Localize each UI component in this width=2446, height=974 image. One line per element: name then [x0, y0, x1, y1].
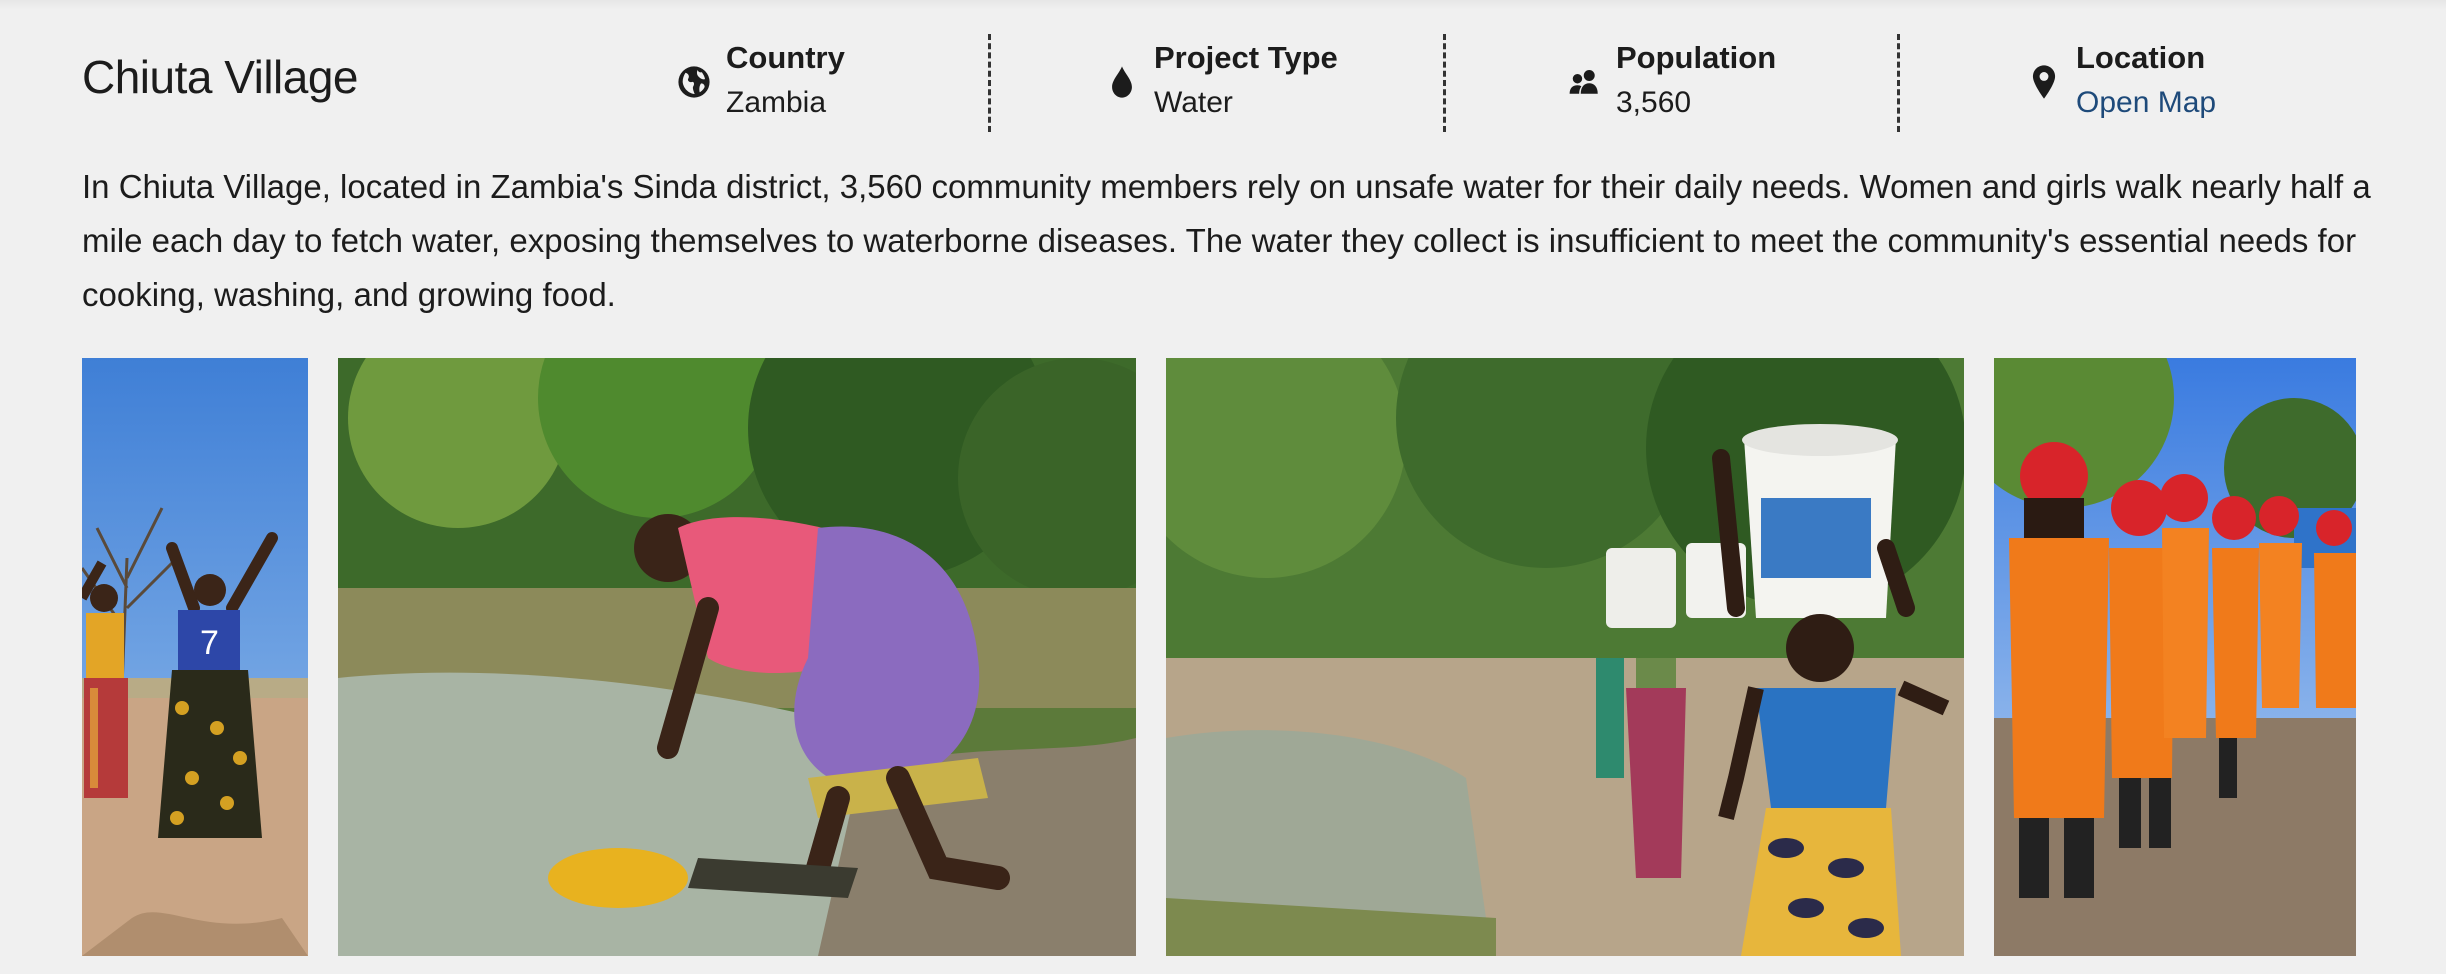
fact-population: Population 3,560: [1566, 32, 1776, 134]
globe-icon: [676, 64, 712, 100]
fact-country-value: Zambia: [726, 86, 827, 119]
fact-project-type-value: Water: [1154, 86, 1233, 119]
page-top-edge: [0, 0, 2446, 10]
fact-country-label: Country: [726, 40, 845, 75]
map-pin-icon: [2026, 64, 2062, 100]
photo-workers-orange-uniforms[interactable]: [1994, 358, 2356, 956]
project-description: In Chiuta Village, located in Zambia's S…: [82, 168, 2371, 313]
fact-divider: [988, 34, 991, 132]
fact-divider: [1443, 34, 1446, 132]
fact-population-label: Population: [1616, 40, 1777, 75]
fact-divider: [1897, 34, 1900, 132]
fact-location: Location Open Map: [2026, 32, 2216, 134]
photo-woman-fetching-water[interactable]: [338, 358, 1136, 956]
svg-text:7: 7: [200, 624, 219, 662]
fact-project-type-block: Project Type Water: [1104, 32, 1338, 134]
fact-location-label: Location: [2076, 40, 2206, 75]
fact-population-value: 3,560: [1616, 86, 1692, 119]
open-map-link[interactable]: Open Map: [2076, 80, 2216, 126]
fact-project-type-label: Project Type: [1154, 40, 1338, 75]
photo-girls-carrying-buckets[interactable]: [1166, 358, 1964, 956]
project-facts-bar: Country Zambia: [676, 32, 1016, 134]
page-title: Chiuta Village: [82, 51, 359, 103]
photo-women-waving[interactable]: 7: [82, 358, 308, 956]
water-drop-icon: [1104, 64, 1140, 100]
fact-country: Country Zambia: [676, 32, 1016, 134]
people-icon: [1566, 64, 1602, 100]
